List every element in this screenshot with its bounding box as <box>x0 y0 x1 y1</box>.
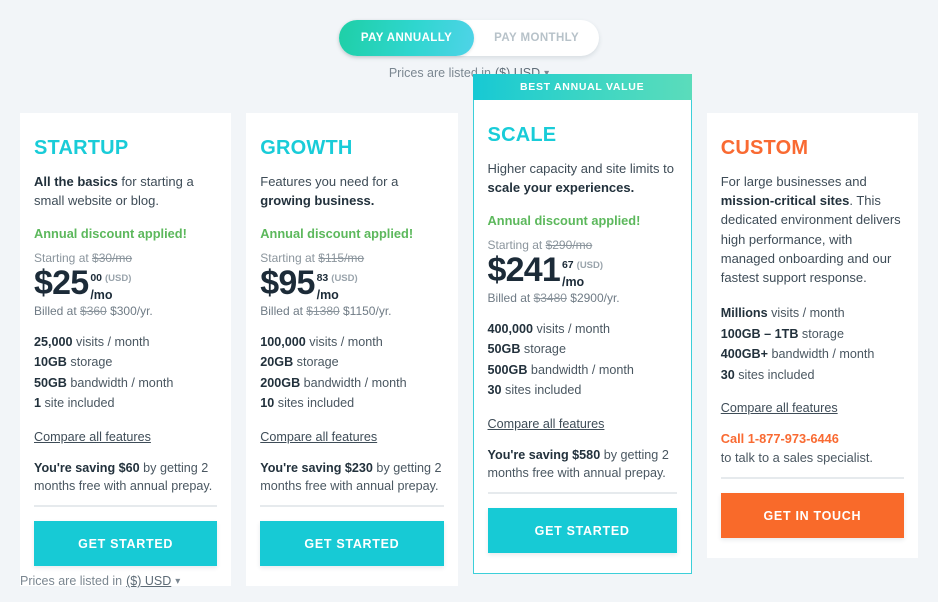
best-value-banner: BEST ANNUAL VALUE <box>472 74 692 100</box>
cta-button[interactable]: GET STARTED <box>260 521 444 567</box>
savings-note: You're saving $580 by getting 2 months f… <box>487 447 669 480</box>
pricing-cards: STARTUP All the basics for starting a sma… <box>20 74 918 587</box>
price-display: $241 67 (USD) /mo <box>488 253 677 289</box>
pricing-card-growth: GROWTH Features you need for a growing bu… <box>246 113 458 587</box>
billing-toggle-area: PAY ANNUALLY PAY MONTHLY Prices are list… <box>0 0 938 80</box>
price-currency: (USD) <box>576 260 604 272</box>
cta-button[interactable]: GET IN TOUCH <box>720 493 904 539</box>
card-divider <box>720 477 904 480</box>
price-display: $95 83 (USD) /mo <box>260 266 443 302</box>
price-period: /mo <box>316 288 339 303</box>
plan-name: CUSTOM <box>720 137 809 159</box>
pricing-card-scale: BEST ANNUAL VALUE SCALE Higher capacity an… <box>472 74 692 575</box>
starting-price: Starting at $30/mo <box>34 251 133 266</box>
spec-item: Millions visits / month <box>720 306 845 321</box>
starting-price: Starting at $115/mo <box>260 251 365 266</box>
price-currency: (USD) <box>331 273 358 285</box>
card-spacer <box>488 482 677 492</box>
spec-item: 500GB bandwidth / month <box>487 362 634 377</box>
plan-description: Higher capacity and site limits to scale… <box>487 161 674 196</box>
annual-discount-note: Annual discount applied! <box>487 213 641 229</box>
card-divider <box>34 505 218 508</box>
plan-specs: 400,000 visits / month 50GB storage 500GB … <box>488 319 677 401</box>
spec-item: 30 sites included <box>720 367 815 382</box>
card-divider <box>487 492 677 495</box>
price-amount: $95 <box>260 264 315 303</box>
annual-discount-note: Annual discount applied! <box>34 226 187 242</box>
compare-all-features-link[interactable]: Compare all features <box>260 430 377 444</box>
toggle-pay-annually[interactable]: PAY ANNUALLY <box>338 20 475 56</box>
billed-annually-note: Billed at $1380 $1150/yr. <box>260 303 392 318</box>
plan-description: Features you need for a growing business… <box>260 174 399 209</box>
price-period: /mo <box>561 275 585 290</box>
currency-note-bottom-prefix: Prices are listed in <box>20 574 123 588</box>
plan-name: GROWTH <box>260 137 353 159</box>
card-divider <box>260 505 444 508</box>
compare-all-features-link[interactable]: Compare all features <box>34 430 151 444</box>
currency-note-bottom: Prices are listed in ($) USD ▾ <box>20 574 180 588</box>
sales-contact-note: Call 1-877-973-6446 to talk to a sales sp… <box>721 430 904 467</box>
billed-annually-note: Billed at $360 $300/yr. <box>34 303 153 318</box>
price-currency: (USD) <box>105 273 132 285</box>
spec-item: 10GB storage <box>34 355 113 370</box>
compare-all-features-link[interactable]: Compare all features <box>721 401 838 415</box>
card-spacer <box>721 467 904 477</box>
sales-contact-text: to talk to a sales specialist. <box>720 449 873 465</box>
cta-button[interactable]: GET STARTED <box>487 508 677 554</box>
price-amount: $241 <box>487 251 561 290</box>
plan-name: STARTUP <box>34 137 129 159</box>
plan-specs: Millions visits / month 100GB – 1TB stora… <box>721 303 904 385</box>
cta-button[interactable]: GET STARTED <box>34 521 218 567</box>
savings-note: You're saving $230 by getting 2 months f… <box>260 460 442 493</box>
price-cents: 67 <box>561 259 574 272</box>
spec-item: 50GB bandwidth / month <box>34 375 174 390</box>
spec-item: 100,000 visits / month <box>260 334 383 349</box>
spec-item: 20GB storage <box>260 355 339 370</box>
pricing-card-startup: STARTUP All the basics for starting a sma… <box>20 113 232 587</box>
savings-note: You're saving $60 by getting 2 months fr… <box>34 460 213 493</box>
plan-description: All the basics for starting a small webs… <box>34 174 194 209</box>
card-spacer <box>34 495 217 505</box>
currency-selector-bottom[interactable]: ($) USD <box>126 574 171 588</box>
price-display: $25 00 (USD) /mo <box>34 266 217 302</box>
chevron-down-icon[interactable]: ▾ <box>175 576 180 587</box>
sales-phone-number[interactable]: Call 1-877-973-6446 <box>721 431 839 446</box>
plan-specs: 25,000 visits / month 10GB storage 50GB ba… <box>34 332 217 414</box>
billing-period-toggle[interactable]: PAY ANNUALLY PAY MONTHLY <box>338 20 600 56</box>
spec-item: 1 site included <box>34 396 115 411</box>
pricing-card-custom: CUSTOM For large businesses and mission-c… <box>706 113 918 559</box>
spec-item: 100GB – 1TB storage <box>720 326 844 341</box>
spec-item: 25,000 visits / month <box>34 334 150 349</box>
price-period: /mo <box>90 288 113 303</box>
spec-item: 400GB+ bandwidth / month <box>720 347 875 362</box>
compare-all-features-link[interactable]: Compare all features <box>488 417 605 431</box>
spec-item: 400,000 visits / month <box>487 321 611 336</box>
card-spacer <box>260 495 443 505</box>
toggle-pay-monthly[interactable]: PAY MONTHLY <box>474 20 599 56</box>
plan-specs: 100,000 visits / month 20GB storage 200GB … <box>260 332 443 414</box>
plan-name: SCALE <box>487 124 557 146</box>
starting-price: Starting at $290/mo <box>487 238 593 253</box>
price-cents: 83 <box>316 272 329 285</box>
spec-item: 30 sites included <box>487 383 582 398</box>
spec-item: 50GB storage <box>487 342 566 357</box>
plan-description: For large businesses and mission-critica… <box>720 174 901 286</box>
annual-discount-note: Annual discount applied! <box>260 226 414 242</box>
price-cents: 00 <box>90 272 103 285</box>
spec-item: 200GB bandwidth / month <box>260 375 407 390</box>
spec-item: 10 sites included <box>260 396 355 411</box>
billed-annually-note: Billed at $3480 $2900/yr. <box>487 290 620 305</box>
price-amount: $25 <box>34 264 89 303</box>
